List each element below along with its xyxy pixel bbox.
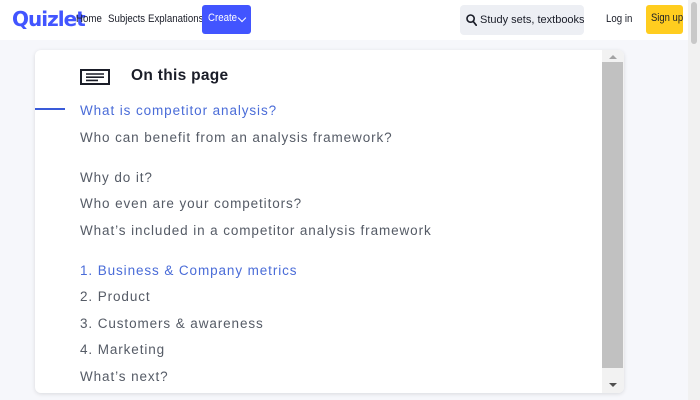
panel-scrollbar[interactable] (602, 50, 624, 393)
active-item-indicator (35, 108, 65, 110)
search-input[interactable] (480, 5, 584, 35)
signup-button-label: Sign up (651, 12, 684, 24)
toc-item-whats-included[interactable]: What’s included in a competitor analysis… (80, 224, 535, 238)
nav-link-home[interactable]: Home (76, 13, 102, 25)
quizlet-logo[interactable]: Quizlet (12, 7, 86, 31)
toc-item-competitor-analysis[interactable]: What is competitor analysis? (80, 104, 535, 118)
nav-link-explanations[interactable]: Explanations (148, 13, 203, 25)
create-button-label: Create (208, 12, 238, 24)
search-icon (466, 14, 477, 26)
page-scrollbar[interactable] (688, 0, 700, 400)
toc-item-marketing[interactable]: 4. Marketing (80, 343, 535, 357)
document-lines-icon (80, 69, 110, 85)
toc-item-why-do-it[interactable]: Why do it? (80, 171, 535, 185)
toc-item-whats-next[interactable]: What’s next? (80, 370, 535, 384)
scroll-up-arrow-icon[interactable] (609, 55, 617, 59)
toc-item-who-are-competitors[interactable]: Who even are your competitors? (80, 197, 535, 211)
nav-link-subjects[interactable]: Subjects (108, 13, 145, 25)
panel-title: On this page (131, 67, 229, 84)
search-box[interactable] (460, 5, 584, 35)
toc-item-who-can-benefit[interactable]: Who can benefit from an analysis framewo… (80, 131, 535, 145)
toc-item-product[interactable]: 2. Product (80, 290, 535, 304)
top-navbar: Quizlet Home Subjects Explanations Creat… (0, 0, 700, 40)
signup-button[interactable]: Sign up (646, 5, 683, 34)
panel-scrollbar-thumb[interactable] (602, 62, 623, 368)
create-button[interactable]: Create (202, 5, 251, 34)
toc-item-customers-awareness[interactable]: 3. Customers & awareness (80, 317, 535, 331)
chevron-down-icon (237, 13, 247, 23)
page-scrollbar-thumb[interactable] (691, 2, 697, 44)
toc-item-business-metrics[interactable]: 1. Business & Company metrics (80, 264, 535, 278)
on-this-page-panel: On this page What is competitor analysis… (35, 50, 624, 393)
login-link[interactable]: Log in (606, 13, 632, 25)
scroll-down-arrow-icon[interactable] (609, 383, 617, 387)
